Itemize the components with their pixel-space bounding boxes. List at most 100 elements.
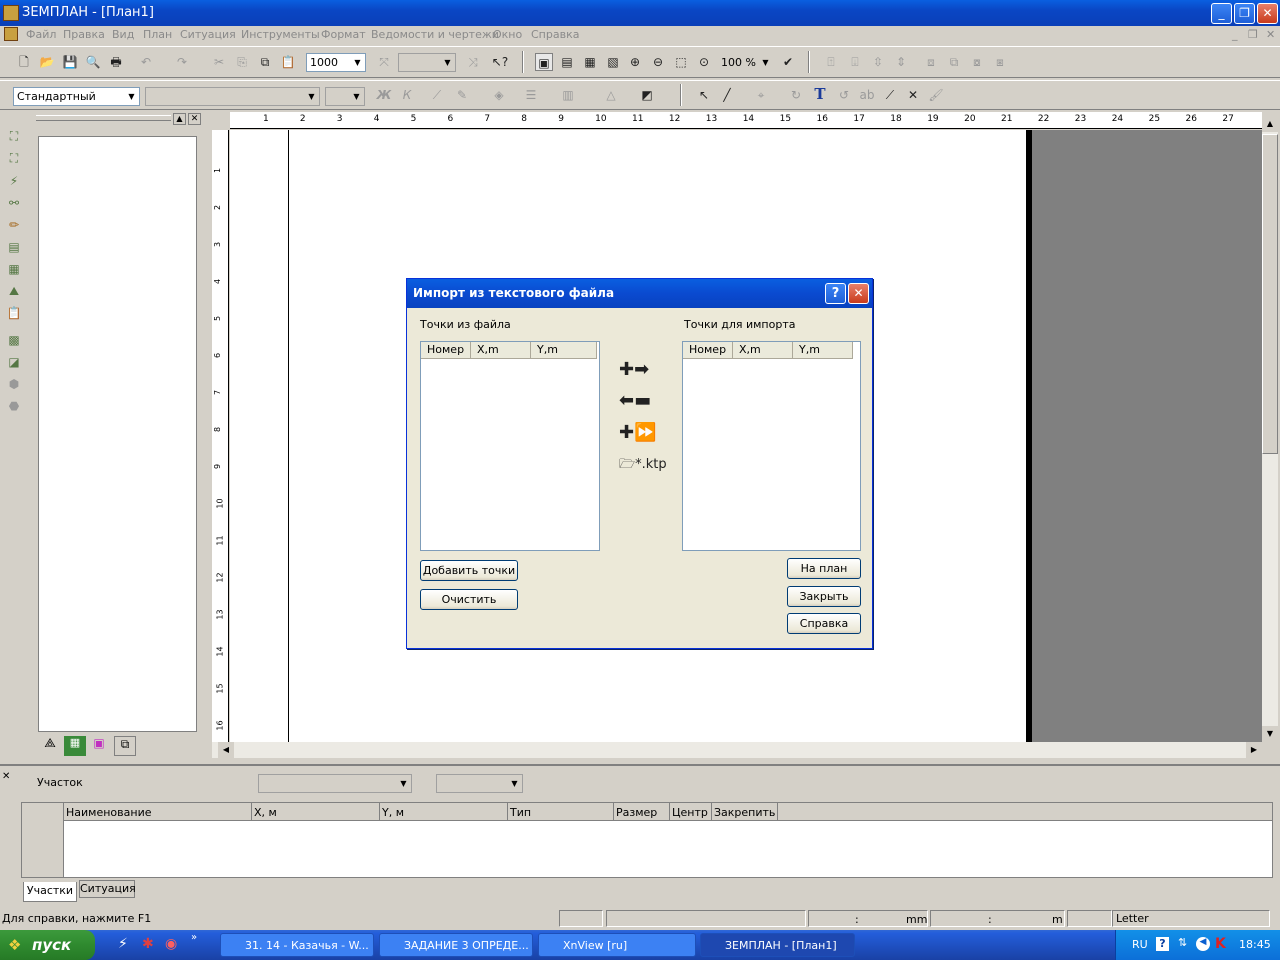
menu-reports[interactable]: Ведомости и чертежи	[371, 28, 499, 41]
restore-button[interactable]: ❐	[1234, 3, 1255, 24]
align-icon[interactable]: ⤨	[464, 53, 482, 71]
select-tool-icon[interactable]: ↖	[695, 86, 713, 104]
point-tool-icon[interactable]: ⌖	[752, 86, 770, 104]
rotate-icon[interactable]: ⤧	[375, 53, 393, 71]
redo-icon[interactable]: ↷	[173, 53, 191, 71]
col-fix[interactable]: Закрепить	[712, 803, 778, 821]
menu-plan[interactable]: План	[143, 28, 172, 41]
task-xnview[interactable]: XnView [ru]	[538, 933, 696, 957]
new-icon[interactable]: 🗋	[15, 53, 33, 71]
layout-icon[interactable]: ▧	[604, 53, 622, 71]
file-points-list[interactable]: Номер X,m Y,m	[420, 341, 600, 551]
col-size[interactable]: Размер	[614, 803, 670, 821]
remove-arrow-icon[interactable]: ⬅▬	[619, 390, 651, 411]
split-icon[interactable]: ⚡	[5, 172, 23, 190]
tab-parcels[interactable]: Участки	[23, 882, 77, 902]
text-tool-icon[interactable]: T	[811, 85, 829, 103]
dialog-title-bar[interactable]: Импорт из текстового файла ? ✕	[407, 279, 872, 308]
align-center-icon[interactable]: ⇕	[892, 53, 910, 71]
list-icon[interactable]: ▤	[5, 238, 23, 256]
doc-icon[interactable]	[4, 27, 18, 41]
dialog-close-button[interactable]: ✕	[848, 283, 869, 304]
scroll-right-icon[interactable]: ▶	[1246, 742, 1262, 758]
scale-select[interactable]: 1000 ▼	[306, 53, 366, 72]
align-bottom-icon[interactable]: ⍗	[846, 53, 864, 71]
col-y[interactable]: Y,m	[793, 342, 853, 359]
close-button[interactable]: Закрыть	[787, 586, 861, 607]
menu-tools[interactable]: Инструменты	[241, 28, 320, 41]
ungroup-icon[interactable]: ⧆	[991, 53, 1009, 71]
paste-icon[interactable]: 📋	[279, 53, 297, 71]
import-points-list[interactable]: Номер X,m Y,m	[682, 341, 861, 551]
minimize-button[interactable]: _	[1211, 3, 1232, 24]
quicklaunch-icon-2[interactable]: ✱	[142, 936, 154, 952]
tab-map-icon[interactable]: ▦	[64, 736, 86, 756]
add-arrow-icon[interactable]: ✚➡	[619, 359, 649, 380]
task-word-2[interactable]: ЗАДАНИЕ 3 ОПРЕДЕ...	[379, 933, 533, 957]
clipboard-icon[interactable]: 📋	[5, 304, 23, 322]
col-x[interactable]: X,m	[733, 342, 793, 359]
menu-window[interactable]: Окно	[493, 28, 522, 41]
close-window-button[interactable]: ✕	[1257, 3, 1278, 24]
menu-view[interactable]: Вид	[112, 28, 134, 41]
cut-icon[interactable]: ✂	[210, 53, 228, 71]
scroll-left-icon[interactable]: ◀	[218, 742, 234, 758]
col-number[interactable]: Номер	[421, 342, 471, 359]
vertical-scrollbar[interactable]: ▲ ▼	[1262, 116, 1278, 742]
window-view-icon[interactable]: ▦	[581, 53, 599, 71]
open-ktp-icon[interactable]: 🗁*.ktp	[619, 455, 667, 477]
pen-color-icon[interactable]: ✎	[453, 86, 471, 104]
quicklaunch-more-icon[interactable]: »	[191, 932, 197, 943]
horizontal-scrollbar[interactable]: ◀ ▶	[212, 742, 1262, 758]
parcel-select[interactable]: ▼	[258, 774, 412, 793]
fill-color-icon[interactable]: ◈	[490, 86, 508, 104]
brush-icon[interactable]: 🖌	[927, 86, 945, 104]
task-zemplan[interactable]: ЗЕМПЛАН - [План1]	[700, 933, 855, 957]
align-top-icon[interactable]: ⍐	[822, 53, 840, 71]
scroll-up-icon[interactable]: ▲	[1262, 116, 1278, 132]
tab-colors-icon[interactable]: ▣	[88, 736, 110, 756]
bold-button[interactable]: Ж	[375, 86, 393, 104]
col-number[interactable]: Номер	[683, 342, 733, 359]
copy-icon[interactable]: ⎘	[233, 53, 251, 71]
bring-front-icon[interactable]: ⧈	[922, 53, 940, 71]
col-y[interactable]: Y,m	[531, 342, 597, 359]
start-button[interactable]: ❖ пуск	[0, 930, 95, 960]
dialog-help-button[interactable]: ?	[825, 283, 846, 304]
group-icon[interactable]: ⧇	[968, 53, 986, 71]
page-view-icon[interactable]: ▣	[535, 53, 553, 71]
parcel-table[interactable]: Наименование X, м Y, м Тип Размер Центр …	[21, 802, 1273, 878]
angle-select[interactable]: ▼	[398, 53, 456, 72]
figure-icon[interactable]: ⬣	[5, 397, 23, 415]
layers-stack-icon[interactable]: ◪	[5, 353, 23, 371]
clear-button[interactable]: Очистить	[420, 589, 518, 610]
mdi-restore-icon[interactable]: ❐	[1248, 28, 1258, 41]
tab-drawing-icon[interactable]: ⟁	[39, 736, 61, 756]
style-select[interactable]: Стандартный ▼	[13, 87, 140, 106]
arc-tool-icon[interactable]: ↻	[787, 86, 805, 104]
preview-icon[interactable]: 🔍	[84, 53, 102, 71]
open-icon[interactable]: 📂	[38, 53, 56, 71]
pencil-icon[interactable]: ✏	[5, 216, 23, 234]
measure-icon[interactable]: ⟋	[881, 86, 899, 104]
menu-help[interactable]: Справка	[531, 28, 579, 41]
context-help-icon[interactable]: ↖?	[491, 53, 509, 71]
copy-plan-icon[interactable]: ⧉	[256, 53, 274, 71]
parcel-filter-select[interactable]: ▼	[436, 774, 523, 793]
hatch-icon[interactable]: ▥	[559, 86, 577, 104]
zoom-window-icon[interactable]: ⬚	[672, 53, 690, 71]
save-icon[interactable]: 💾	[61, 53, 79, 71]
tab-situation[interactable]: Ситуация	[79, 880, 136, 898]
add-points-button[interactable]: Добавить точки	[420, 560, 518, 581]
menu-format[interactable]: Формат	[321, 28, 366, 41]
send-back-icon[interactable]: ⧉	[945, 53, 963, 71]
app-icon[interactable]	[3, 5, 19, 21]
mdi-close-icon[interactable]: ✕	[1266, 28, 1275, 41]
zoom-select[interactable]: 100 % ▼	[717, 53, 774, 72]
line-width-icon[interactable]: ☰	[522, 86, 540, 104]
scroll-thumb[interactable]	[1262, 134, 1278, 454]
line-tool-icon[interactable]: ╱	[718, 86, 736, 104]
lang-indicator[interactable]: RU	[1132, 938, 1148, 951]
object-tree[interactable]	[38, 136, 197, 732]
delete-tool-icon[interactable]: ✕	[904, 86, 922, 104]
